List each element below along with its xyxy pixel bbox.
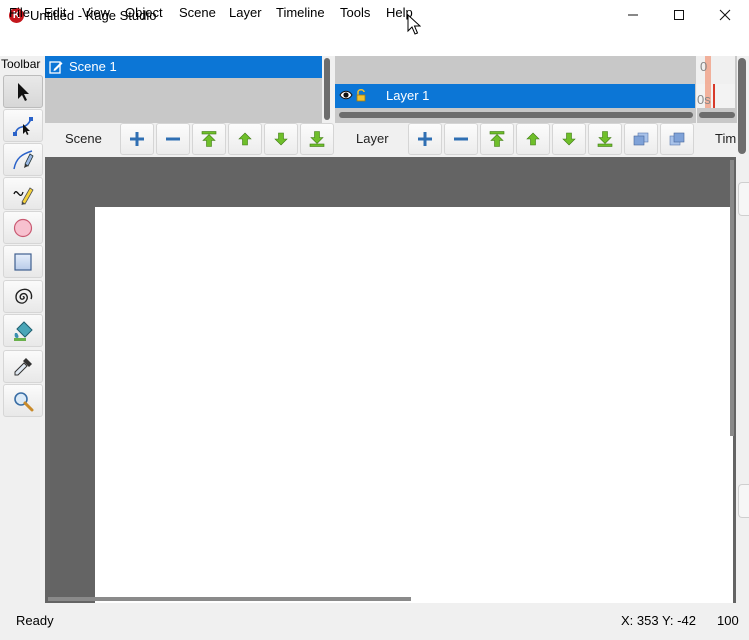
layer-stack-up-button[interactable] (624, 123, 658, 155)
minimize-button[interactable] (610, 0, 656, 31)
remove-scene-button[interactable] (156, 123, 190, 155)
minus-icon (454, 137, 468, 141)
edit-icon[interactable] (49, 60, 63, 74)
move-scene-bottom-button[interactable] (300, 123, 334, 155)
arrow-down-icon (562, 132, 576, 146)
menu-tools[interactable]: Tools (340, 5, 370, 20)
layer-stack-down-button[interactable] (660, 123, 694, 155)
layer-name: Layer 1 (386, 88, 430, 103)
drawing-page[interactable] (95, 207, 733, 603)
layer-actions-label: Layer (356, 131, 389, 146)
select-tool-button[interactable] (3, 75, 43, 108)
zoom-tool-button[interactable] (3, 384, 43, 417)
menu-file[interactable]: File (9, 5, 30, 20)
unlock-icon[interactable] (355, 88, 367, 102)
timeline-scrollbar[interactable] (699, 112, 735, 118)
move-layer-bottom-button[interactable] (588, 123, 622, 155)
timeline-actions-label: Tim (715, 131, 737, 146)
move-to-bottom-icon (597, 131, 613, 147)
remove-layer-button[interactable] (444, 123, 478, 155)
plus-icon (418, 132, 432, 146)
rectangle-tool-button[interactable] (3, 245, 43, 278)
timeline-playhead-line (713, 84, 715, 108)
menu-edit[interactable]: Edit (44, 5, 66, 20)
menu-scene[interactable]: Scene (179, 5, 216, 20)
menu-view[interactable]: View (82, 5, 110, 20)
close-icon (719, 9, 731, 21)
timeline-actions-label-clip: Tim (700, 131, 737, 146)
node-edit-icon (13, 116, 33, 136)
cursor-coordinates: X: 353 Y: -42 (621, 613, 696, 628)
ellipse-icon (13, 218, 33, 237)
layers-icon (633, 132, 649, 146)
arrow-up-icon (238, 132, 252, 146)
menu-object[interactable]: Object (125, 5, 163, 20)
maximize-button[interactable] (656, 0, 702, 31)
move-layer-down-button[interactable] (552, 123, 586, 155)
minus-icon (166, 137, 180, 141)
toolbar-label: Toolbar (1, 57, 41, 71)
eyedropper-tool-button[interactable] (3, 350, 43, 383)
add-layer-button[interactable] (408, 123, 442, 155)
pencil-icon (13, 186, 34, 205)
pencil-tool-button[interactable] (3, 177, 43, 210)
timeline-ruler-label: 0 (700, 59, 708, 74)
scene-panel-scrollbar[interactable] (324, 58, 330, 120)
eyedropper-icon (14, 357, 32, 375)
canvas-vertical-scrollbar[interactable] (730, 160, 734, 436)
spiral-tool-button[interactable] (3, 280, 43, 313)
fill-tool-button[interactable] (3, 314, 43, 347)
menu-timeline[interactable]: Timeline (276, 5, 325, 20)
ellipse-tool-button[interactable] (3, 211, 43, 244)
move-scene-up-button[interactable] (228, 123, 262, 155)
side-panel-handle[interactable] (738, 182, 749, 216)
plus-icon (130, 132, 144, 146)
zoom-level: 100 (717, 613, 739, 628)
node-edit-tool-button[interactable] (3, 109, 43, 142)
move-scene-down-button[interactable] (264, 123, 298, 155)
timeline-time-label: 0s (697, 92, 711, 107)
minimize-icon (628, 14, 638, 16)
close-button[interactable] (702, 0, 748, 31)
add-scene-button[interactable] (120, 123, 154, 155)
side-panel-handle[interactable] (738, 484, 749, 518)
move-scene-top-button[interactable] (192, 123, 226, 155)
pen-tool-button[interactable] (3, 143, 43, 176)
spiral-icon (15, 288, 33, 304)
move-to-top-icon (489, 131, 505, 147)
move-layer-top-button[interactable] (480, 123, 514, 155)
scene-actions-label: Scene (65, 131, 102, 146)
move-layer-up-button[interactable] (516, 123, 550, 155)
eye-icon[interactable] (339, 89, 353, 101)
layer-panel-scrollbar[interactable] (339, 112, 693, 118)
scene-name: Scene 1 (69, 59, 117, 74)
move-to-bottom-icon (309, 131, 325, 147)
zoom-icon (14, 391, 34, 411)
move-to-top-icon (201, 131, 217, 147)
select-arrow-icon (18, 82, 29, 101)
menu-bar (0, 31, 749, 56)
canvas-horizontal-scrollbar[interactable] (48, 597, 411, 601)
pen-curve-icon (13, 149, 34, 169)
arrow-up-icon (526, 132, 540, 146)
status-message: Ready (16, 613, 54, 628)
arrow-down-icon (274, 132, 288, 146)
layers-icon (669, 132, 685, 146)
menu-layer[interactable]: Layer (229, 5, 262, 20)
top-panel-vertical-scrollbar[interactable] (738, 58, 746, 154)
maximize-icon (674, 10, 684, 21)
mouse-pointer-icon (407, 14, 421, 35)
paint-bucket-icon (14, 320, 33, 341)
rectangle-icon (14, 252, 32, 271)
